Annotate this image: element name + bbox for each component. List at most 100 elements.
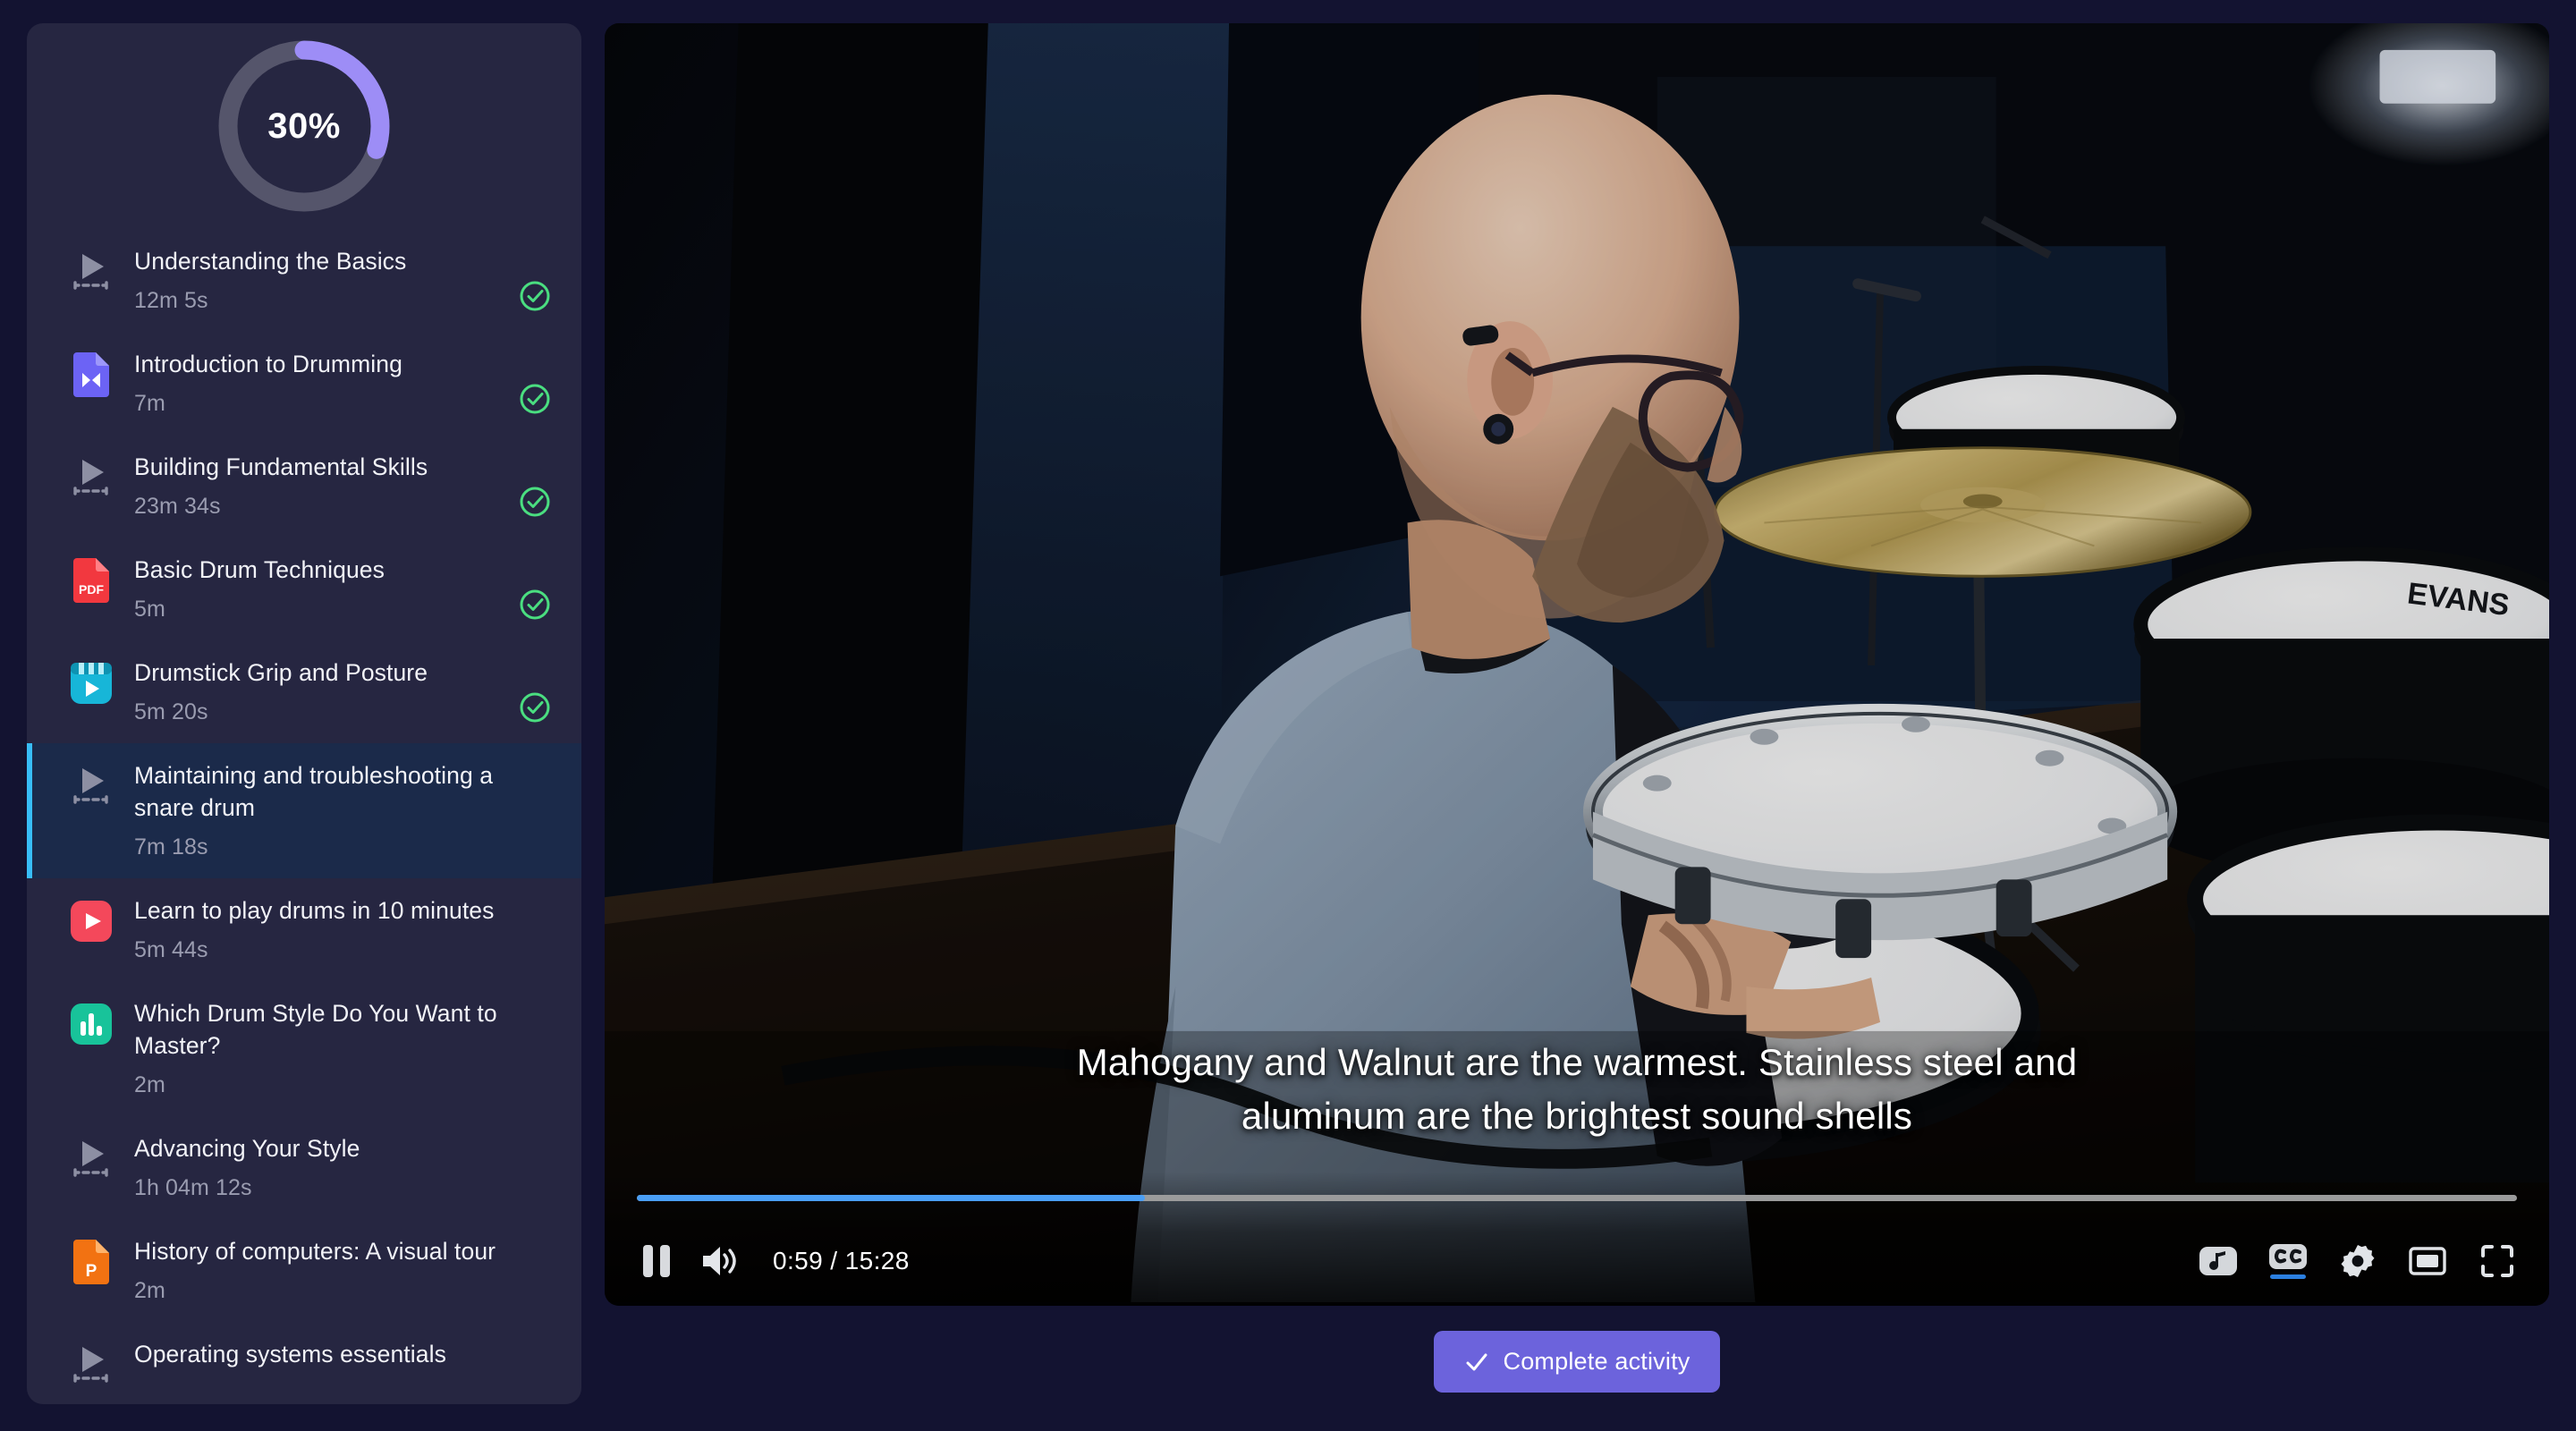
video-placeholder-icon [68,249,114,295]
lesson-duration: 5m 44s [134,937,208,962]
lesson-body: Building Fundamental Skills 23m 34s [134,451,499,521]
footer-actions: Complete activity [1433,1331,1721,1393]
lesson-list: Understanding the Basics 12m 5s Introducti… [27,229,581,1404]
progress-percent-label: 30% [267,106,341,146]
lesson-completed-badge [519,588,551,621]
video-caption-text: Mahogany and Walnut are the warmest. Sta… [1076,1041,2078,1137]
lesson-duration: 5m [134,597,165,622]
lesson-duration: 2m [134,1072,165,1097]
captions-button[interactable] [2268,1241,2308,1281]
miniplayer-button[interactable] [2408,1241,2447,1281]
svg-text:P: P [86,1262,97,1281]
lesson-title: Operating systems essentials [134,1341,446,1367]
lesson-body: Understanding the Basics 12m 5s [134,245,499,316]
lesson-duration: 7m 18s [134,834,208,859]
lesson-item[interactable]: Learn to play drums in 10 minutes 5m 44s [27,878,581,981]
lesson-completed-badge [519,486,551,518]
video-placeholder-icon [68,454,114,501]
main-content: EVANS Mahogany and Walnut are the warmes… [605,23,2549,1404]
pdf-file-icon: PDF [73,558,109,603]
control-buttons-row: 0:59 / 15:28 [637,1241,2517,1281]
audio-track-icon [2199,1247,2237,1275]
video-placeholder-icon [73,1347,108,1383]
control-buttons-left: 0:59 / 15:28 [637,1241,910,1281]
video-file-icon [73,352,109,397]
lesson-duration: 12m 5s [134,288,208,313]
lesson-duration: 23m 34s [134,494,221,519]
lesson-duration: 5m 20s [134,699,208,724]
scorm-package-icon [71,663,112,704]
video-placeholder-icon [73,460,108,495]
lesson-title: Advancing Your Style [134,1135,360,1162]
lesson-title: Introduction to Drumming [134,351,402,377]
fullscreen-icon [2481,1245,2513,1277]
powerpoint-file-icon: P [68,1239,114,1285]
closed-captions-icon [2269,1244,2307,1269]
completed-check-icon [520,281,550,311]
lesson-duration: 1h 04m 12s [134,1175,252,1200]
lesson-body: Drumstick Grip and Posture 5m 20s [134,656,499,727]
video-placeholder-icon [73,254,108,290]
lesson-item[interactable]: Drumstick Grip and Posture 5m 20s [27,640,581,743]
svg-text:PDF: PDF [79,582,104,597]
volume-button[interactable] [699,1241,739,1281]
lesson-body: Basic Drum Techniques 5m [134,554,499,624]
lesson-item[interactable]: PDF Basic Drum Techniques 5m [27,538,581,640]
lesson-body: Which Drum Style Do You Want to Master? 2… [134,997,499,1100]
lesson-item[interactable]: P History of computers: A visual tour 2m [27,1219,581,1322]
lesson-item[interactable]: Advancing Your Style 1h 04m 12s [27,1116,581,1219]
video-player[interactable]: EVANS Mahogany and Walnut are the warmes… [605,23,2549,1306]
lesson-item[interactable]: Building Fundamental Skills 23m 34s [27,435,581,538]
pause-icon [643,1245,670,1277]
control-buttons-right [2199,1241,2517,1281]
lesson-body: Advancing Your Style 1h 04m 12s [134,1132,499,1203]
lesson-duration: 7m [134,391,165,416]
fullscreen-button[interactable] [2478,1241,2517,1281]
lesson-title: History of computers: A visual tour [134,1238,496,1265]
miniplayer-icon [2409,1247,2446,1275]
check-icon [1466,1353,1487,1370]
course-player-page: 30% Understanding the Basics 12m 5s Introd… [0,0,2576,1431]
seek-bar[interactable] [637,1195,2517,1201]
youtube-video-icon [68,898,114,944]
video-file-icon [68,351,114,398]
lesson-body: Introduction to Drumming 7m [134,348,499,419]
completed-check-icon [520,384,550,414]
lesson-duration: 2m [134,1278,165,1303]
audio-track-button[interactable] [2199,1241,2238,1281]
lesson-title: Maintaining and troubleshooting a snare … [134,762,494,821]
lesson-title: Understanding the Basics [134,248,407,275]
video-time-display: 0:59 / 15:28 [773,1247,910,1274]
seek-bar-fill [637,1195,1145,1201]
lesson-completed-badge [519,383,551,415]
completed-check-icon [520,589,550,620]
powerpoint-file-icon: P [73,1240,109,1284]
lesson-body: Learn to play drums in 10 minutes 5m 44s [134,894,499,965]
pause-button[interactable] [637,1241,676,1281]
lesson-item[interactable]: Maintaining and troubleshooting a snare … [27,743,581,878]
youtube-video-icon [71,901,112,942]
gear-icon [2341,1245,2375,1277]
lesson-item[interactable]: Which Drum Style Do You Want to Master? 2… [27,981,581,1116]
volume-icon [703,1247,736,1275]
scorm-package-icon [68,660,114,707]
lesson-completed-badge [519,691,551,724]
lesson-item[interactable]: Operating systems essentials [27,1322,581,1404]
video-controls-bar: 0:59 / 15:28 [605,1172,2549,1306]
survey-icon [68,1001,114,1047]
lesson-item[interactable]: Understanding the Basics 12m 5s [27,229,581,332]
complete-activity-button[interactable]: Complete activity [1433,1331,1721,1393]
video-placeholder-icon [68,1342,114,1388]
settings-button[interactable] [2338,1241,2377,1281]
progress-ring: 30% [210,32,398,220]
lesson-body: Operating systems essentials [134,1338,499,1378]
lesson-title: Basic Drum Techniques [134,556,385,583]
survey-icon [71,1003,112,1045]
lesson-title: Building Fundamental Skills [134,453,428,480]
video-placeholder-icon [68,1136,114,1182]
lesson-body: History of computers: A visual tour 2m [134,1235,499,1306]
lesson-item[interactable]: Introduction to Drumming 7m [27,332,581,435]
captions-active-underline [2270,1274,2306,1279]
course-sidebar: 30% Understanding the Basics 12m 5s Introd… [27,23,581,1404]
video-placeholder-icon [73,768,108,804]
